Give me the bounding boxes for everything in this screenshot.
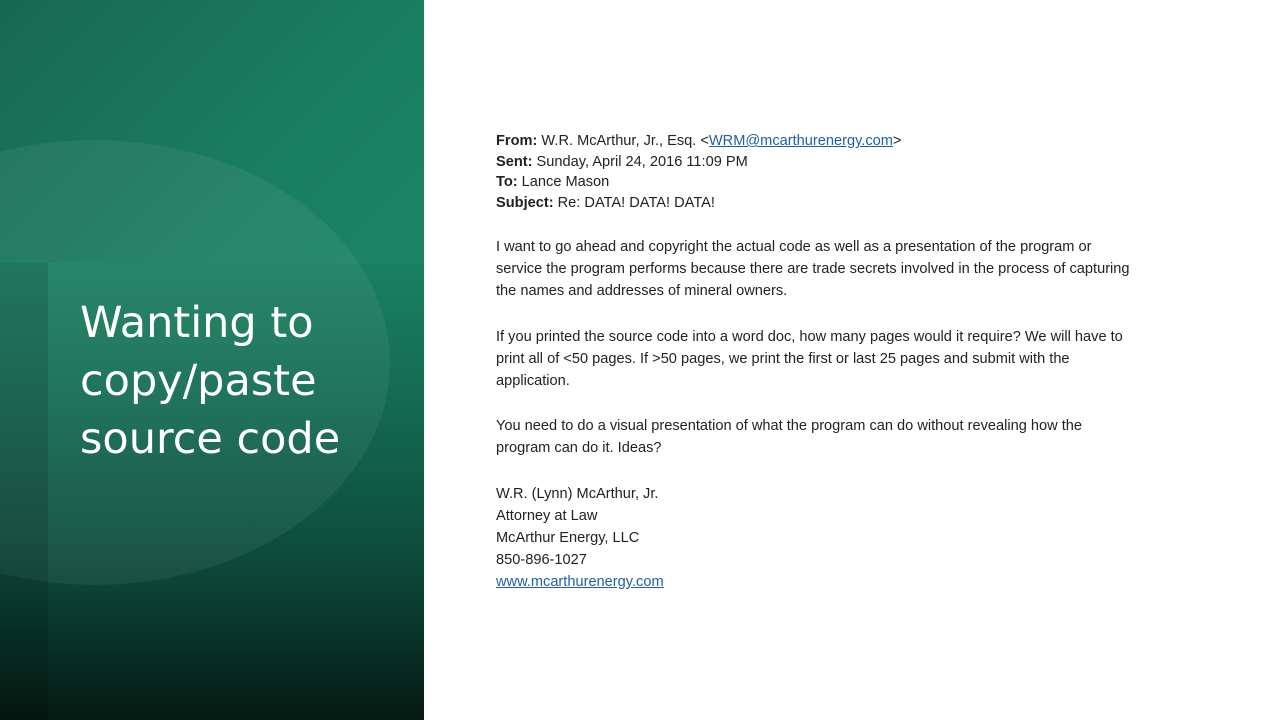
paragraph-line: application. [496, 373, 570, 390]
panel-decorative-stripe [0, 263, 48, 720]
signature-company: McArthur Energy, LLC [496, 529, 640, 546]
slide-title: Wanting to copy/paste source code [80, 294, 410, 468]
email-paragraph-1: I want to go ahead and copyright the act… [496, 236, 1236, 303]
email-from-suffix: > [892, 133, 902, 149]
email-sent-label: Sent: [496, 153, 533, 170]
signature-website-link[interactable]: www.mcarthurenergy.com [496, 574, 664, 590]
email-sent-line: Sent: Sunday, April 24, 2016 11:09 PM [496, 152, 1236, 173]
email-sent-value: Sunday, April 24, 2016 11:09 PM [536, 153, 748, 170]
email-from-label: From: [496, 133, 538, 149]
email-signature: W.R. (Lynn) McArthur, Jr. Attorney at La… [496, 483, 1236, 593]
slide-title-line-2: copy/paste [80, 356, 317, 406]
decorative-side-panel: Wanting to copy/paste source code [0, 0, 424, 720]
paragraph-line: the names and addresses of mineral owner… [496, 283, 788, 300]
email-to-line: To: Lance Mason [496, 172, 1236, 193]
signature-role: Attorney at Law [496, 507, 598, 524]
email-subject-line: Subject: Re: DATA! DATA! DATA! [496, 193, 1236, 214]
paragraph-line: I want to go ahead and copyright the act… [496, 239, 1092, 255]
paragraph-line: service the program performs because the… [496, 261, 1130, 278]
email-from-name: W.R. McArthur, Jr., Esq. < [541, 133, 709, 149]
signature-phone: 850-896-1027 [496, 551, 587, 568]
slide: Wanting to copy/paste source code From: … [0, 0, 1280, 720]
slide-title-line-3: source code [80, 414, 341, 464]
signature-name: W.R. (Lynn) McArthur, Jr. [496, 485, 659, 502]
slide-title-line-1: Wanting to [80, 298, 314, 348]
email-screenshot: From: W.R. McArthur, Jr., Esq. <WRM@mcar… [496, 131, 1236, 593]
paragraph-line: print all of <50 pages. If >50 pages, we… [496, 350, 1070, 367]
paragraph-line: If you printed the source code into a wo… [496, 328, 1123, 345]
email-to-label: To: [496, 174, 518, 190]
email-paragraph-2: If you printed the source code into a wo… [496, 326, 1236, 393]
email-paragraph-3: You need to do a visual presentation of … [496, 415, 1236, 459]
paragraph-line: You need to do a visual presentation of … [496, 418, 1083, 435]
email-to-value: Lance Mason [521, 174, 610, 190]
email-subject-value: Re: DATA! DATA! DATA! [557, 194, 715, 211]
email-from-line: From: W.R. McArthur, Jr., Esq. <WRM@mcar… [496, 131, 1236, 152]
email-from-address-link[interactable]: WRM@mcarthurenergy.com [709, 133, 893, 149]
paragraph-line: program can do it. Ideas? [496, 440, 662, 457]
email-subject-label: Subject: [496, 194, 554, 211]
